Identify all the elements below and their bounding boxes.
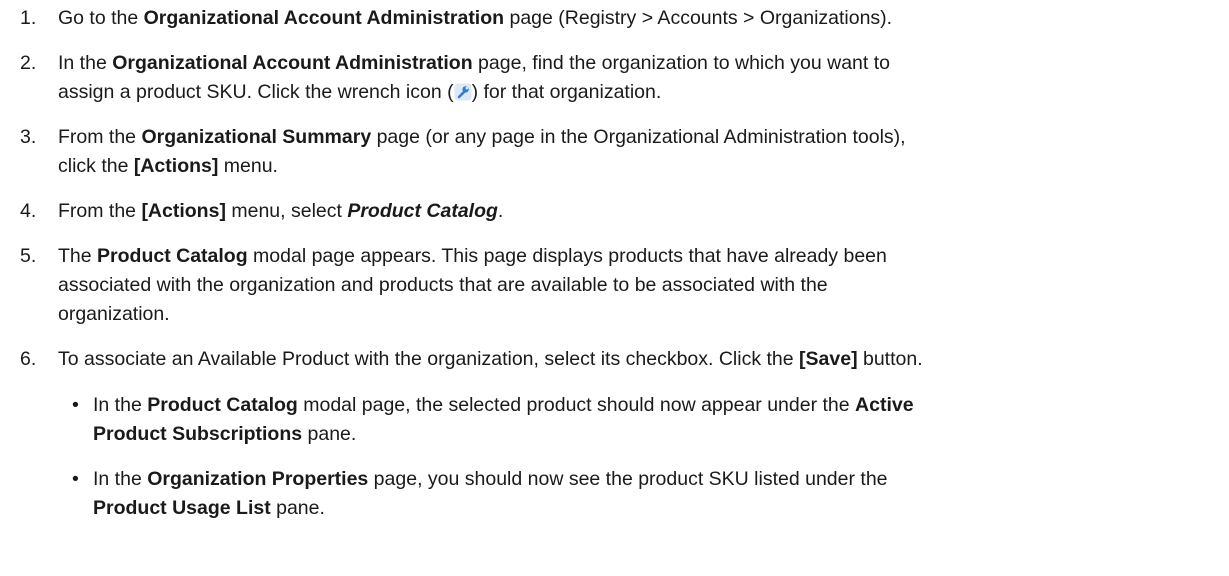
step-text: From the [Actions] menu, select Product … (58, 200, 504, 222)
actions-menu-label: [Actions] (141, 200, 226, 222)
pane-name: Product Subscriptions (93, 423, 303, 445)
step-number: 6. (20, 348, 37, 370)
bullet-symbol: • (72, 394, 79, 416)
page-name: Organizational Account Administration (112, 52, 473, 74)
bullet-text: In the Product Catalog modal page, the s… (93, 394, 914, 445)
step-text: Go to the Organizational Account Adminis… (58, 7, 893, 29)
step-number: 1. (20, 7, 37, 29)
step-number: 3. (20, 126, 37, 148)
bullet-symbol: • (72, 468, 79, 490)
pane-name: Active (855, 394, 914, 416)
instructions-page: 1. Go to the Organizational Account Admi… (0, 0, 1229, 576)
page-name: Organizational Account Administration (143, 7, 505, 29)
step-text: From the Organizational Summary page (or… (58, 126, 906, 177)
page-name: Organization Properties (147, 468, 369, 490)
step-number: 5. (20, 245, 37, 267)
save-button-label: [Save] (799, 348, 858, 370)
bullet-text: In the Organization Properties page, you… (93, 468, 888, 519)
wrench-icon (454, 81, 472, 101)
step-number: 4. (20, 200, 37, 222)
page-name: Product Catalog (147, 394, 298, 416)
menu-option: Product Catalog (347, 200, 498, 222)
pane-name: Product Usage List (93, 497, 271, 519)
step-text: In the Organizational Account Administra… (58, 52, 890, 103)
page-name: Product Catalog (97, 245, 248, 267)
step-text: The Product Catalog modal page appears. … (58, 245, 887, 325)
page-name: Organizational Summary (141, 126, 372, 148)
actions-menu-label: [Actions] (133, 155, 219, 177)
step-text: To associate an Available Product with t… (58, 348, 923, 370)
step-number: 2. (20, 52, 37, 74)
